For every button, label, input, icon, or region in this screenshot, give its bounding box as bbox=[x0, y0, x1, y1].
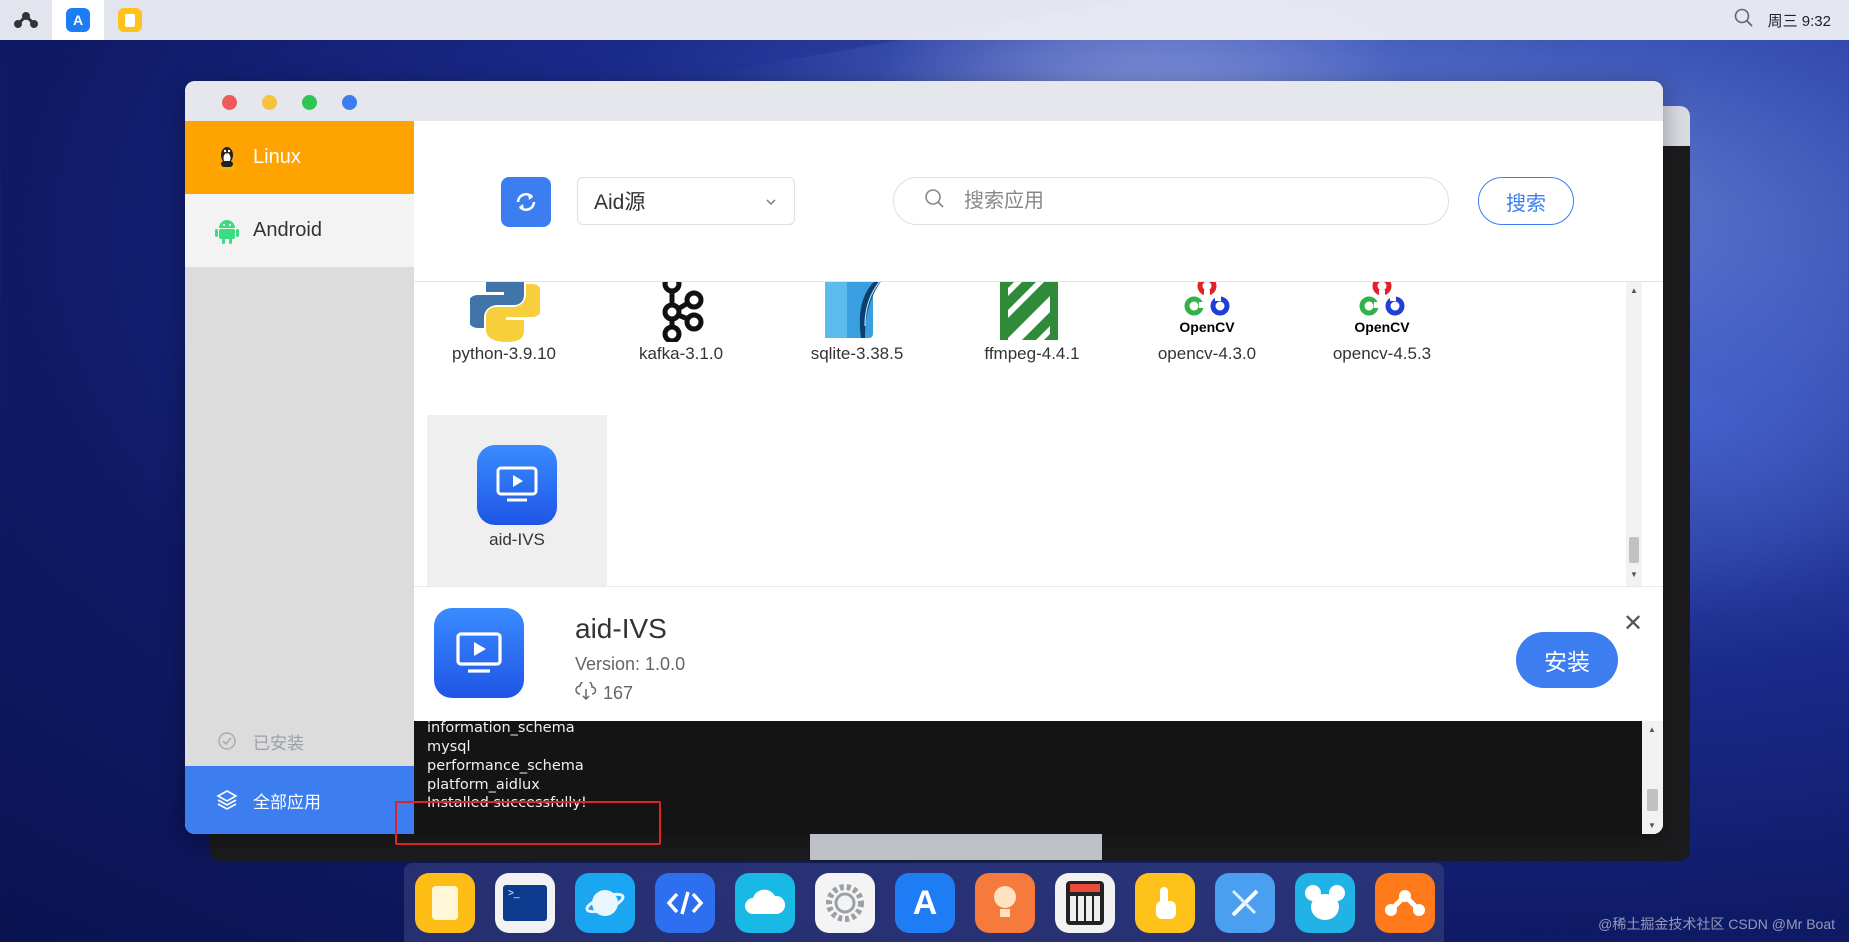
opencv-wordmark: OpenCV bbox=[1354, 319, 1410, 335]
app-detail-panel: aid-IVS Version: 1.0.0 167 安装 ✕ bbox=[414, 586, 1663, 722]
log-line: performance_schema bbox=[427, 758, 584, 774]
source-select[interactable]: Aid源 bbox=[577, 177, 795, 225]
monitor-play-icon bbox=[434, 608, 524, 698]
taskbar-app-store[interactable]: A bbox=[52, 0, 104, 40]
minimize-window-button[interactable] bbox=[262, 95, 277, 110]
chevron-down-icon bbox=[764, 189, 778, 213]
search-button[interactable]: 搜索 bbox=[1478, 177, 1574, 225]
dock-settings-icon[interactable] bbox=[815, 873, 875, 933]
install-button[interactable]: 安装 bbox=[1516, 632, 1618, 688]
source-value: Aid源 bbox=[594, 191, 646, 214]
python-icon bbox=[470, 282, 540, 342]
app-name: ffmpeg-4.4.1 bbox=[984, 344, 1080, 363]
detail-version: Version: 1.0.0 bbox=[575, 654, 686, 674]
sidebar-item-label: Linux bbox=[253, 146, 301, 168]
dock-preview bbox=[810, 834, 1102, 860]
dock-tools-icon[interactable] bbox=[1215, 873, 1275, 933]
opencv-icon bbox=[1184, 282, 1230, 316]
app-grid: python-3.9.10 kafka-3.1.0 sqlite-3.38.5 … bbox=[414, 282, 1642, 586]
grid-scrollbar[interactable]: ▲ ▼ bbox=[1626, 282, 1642, 586]
dock: >_ A bbox=[404, 863, 1444, 942]
sidebar-item-label: 全部应用 bbox=[253, 792, 321, 812]
log-line: information_schema bbox=[427, 720, 575, 736]
opencv-wordmark: OpenCV bbox=[1179, 319, 1235, 335]
toolbar: Aid源 搜索 bbox=[414, 121, 1663, 282]
check-circle-icon bbox=[211, 731, 243, 751]
cloud-download-icon bbox=[575, 679, 597, 705]
app-tile-sqlite[interactable]: sqlite-3.38.5 bbox=[767, 282, 947, 382]
sidebar-item-installed[interactable]: 已安装 bbox=[185, 716, 414, 766]
sidebar-item-linux[interactable]: Linux bbox=[185, 121, 414, 194]
ffmpeg-icon bbox=[1000, 282, 1060, 340]
dock-calculator-icon[interactable] bbox=[1055, 873, 1115, 933]
sidebar-item-android[interactable]: Android bbox=[185, 194, 414, 267]
sqlite-icon bbox=[825, 282, 881, 338]
app-store-window: Linux Android 已安装 全部应用 Aid源 搜索应用 搜索 pyth… bbox=[185, 81, 1663, 834]
dock-files-icon[interactable] bbox=[415, 873, 475, 933]
search-icon[interactable] bbox=[1734, 8, 1754, 32]
window-titlebar bbox=[185, 81, 1663, 121]
sidebar-item-all-apps[interactable]: 全部应用 bbox=[185, 766, 414, 834]
top-bar: A 周三 9:32 bbox=[0, 0, 1849, 40]
log-line: platform_aidlux bbox=[427, 777, 540, 793]
dock-mouse-icon[interactable] bbox=[1295, 873, 1355, 933]
app-name: python-3.9.10 bbox=[452, 344, 556, 363]
dock-terminal-icon[interactable]: >_ bbox=[495, 873, 555, 933]
terminal-scrollbar-thumb[interactable] bbox=[1647, 789, 1658, 811]
dock-app-store-icon[interactable]: A bbox=[895, 873, 955, 933]
dock-code-editor-icon[interactable] bbox=[655, 873, 715, 933]
app-tile-opencv-430[interactable]: OpenCV opencv-4.3.0 bbox=[1117, 282, 1297, 382]
sidebar-item-label: Android bbox=[253, 219, 322, 241]
sidebar: Linux Android 已安装 全部应用 bbox=[185, 121, 414, 834]
app-tile-aid-ivs[interactable]: aid-IVS bbox=[427, 415, 607, 586]
watermark: @稀土掘金技术社区 CSDN @Mr Boat bbox=[1598, 916, 1835, 932]
android-icon bbox=[211, 218, 243, 244]
close-icon[interactable]: ✕ bbox=[1623, 609, 1643, 638]
app-name: aid-IVS bbox=[489, 530, 545, 549]
log-line: mysql bbox=[427, 739, 471, 755]
refresh-icon bbox=[516, 193, 536, 211]
dock-browser-icon[interactable] bbox=[575, 873, 635, 933]
search-icon bbox=[924, 188, 946, 215]
highlight-annotation-box bbox=[395, 801, 661, 845]
clock: 周三 9:32 bbox=[1767, 12, 1831, 30]
app-name: sqlite-3.38.5 bbox=[810, 344, 904, 363]
dock-cloud-icon[interactable] bbox=[735, 873, 795, 933]
taskbar-files[interactable] bbox=[104, 0, 156, 40]
refresh-button[interactable] bbox=[501, 177, 551, 227]
aidlux-logo-icon[interactable] bbox=[0, 0, 52, 40]
app-tile-opencv-453[interactable]: OpenCV opencv-4.5.3 bbox=[1292, 282, 1472, 382]
files-icon bbox=[118, 8, 142, 32]
monitor-play-icon bbox=[477, 445, 557, 525]
detail-app-name: aid-IVS bbox=[575, 613, 667, 644]
pin-window-button[interactable] bbox=[342, 95, 357, 110]
terminal-scrollbar[interactable]: ▲ ▼ bbox=[1642, 721, 1663, 834]
kafka-icon bbox=[662, 282, 704, 342]
maximize-window-button[interactable] bbox=[302, 95, 317, 110]
grid-scrollbar-thumb[interactable] bbox=[1629, 537, 1639, 563]
dock-lightbulb-icon[interactable] bbox=[975, 873, 1035, 933]
app-name: opencv-4.5.3 bbox=[1332, 344, 1432, 363]
app-name: kafka-3.1.0 bbox=[638, 344, 724, 363]
opencv-icon bbox=[1359, 282, 1405, 316]
app-tile-ffmpeg[interactable]: ffmpeg-4.4.1 bbox=[942, 282, 1122, 382]
dock-touch-icon[interactable] bbox=[1135, 873, 1195, 933]
sidebar-item-label: 已安装 bbox=[253, 733, 304, 753]
search-input[interactable] bbox=[962, 188, 1386, 214]
main-content: Aid源 搜索 python-3.9.10 bbox=[414, 121, 1663, 834]
search-box bbox=[893, 177, 1449, 225]
penguin-icon bbox=[211, 145, 243, 171]
app-name: opencv-4.3.0 bbox=[1157, 344, 1257, 363]
close-window-button[interactable] bbox=[222, 95, 237, 110]
dock-aidlux-icon[interactable] bbox=[1375, 873, 1435, 933]
detail-downloads: 167 bbox=[575, 679, 634, 705]
layers-icon bbox=[211, 789, 243, 811]
app-tile-python[interactable]: python-3.9.10 bbox=[414, 282, 594, 382]
app-store-icon: A bbox=[66, 8, 90, 32]
app-tile-kafka[interactable]: kafka-3.1.0 bbox=[591, 282, 771, 382]
download-count: 167 bbox=[603, 683, 634, 703]
